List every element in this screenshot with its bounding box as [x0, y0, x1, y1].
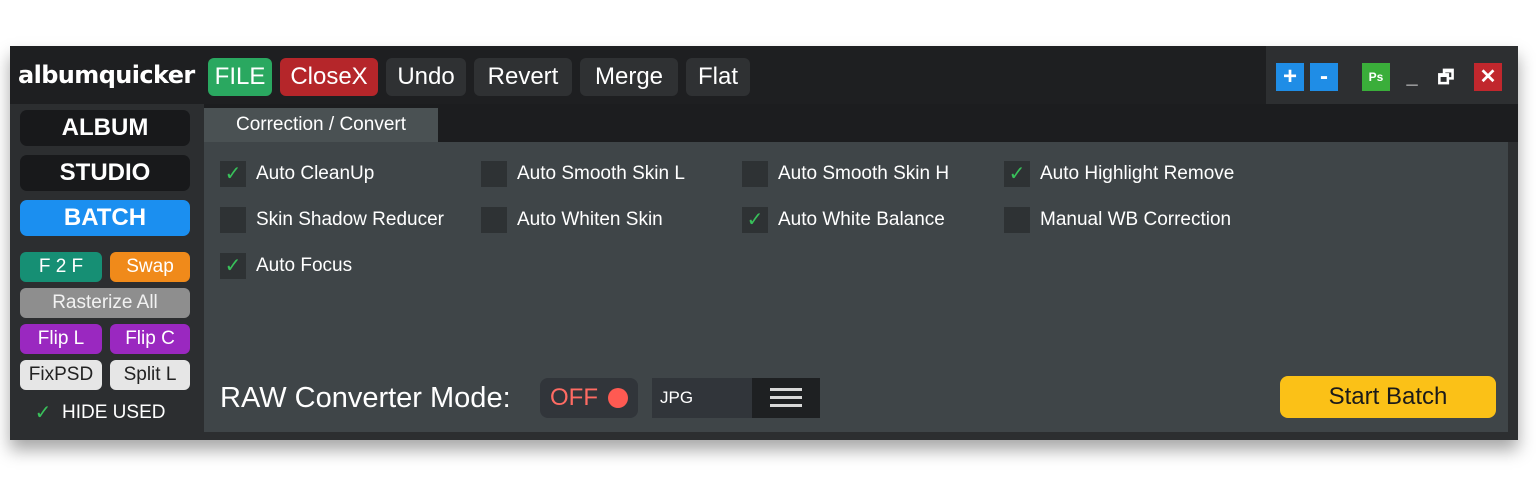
checkbox[interactable]: [481, 206, 507, 233]
option-label: Auto Focus: [256, 255, 353, 276]
window-controls: + - Ps _ 🗗 ✕: [1266, 46, 1518, 104]
option-label: Skin Shadow Reducer: [256, 209, 444, 230]
option-auto-smooth-skin-h[interactable]: Auto Smooth Skin H: [742, 158, 949, 190]
raw-converter-toggle[interactable]: OFF: [540, 378, 638, 418]
checkbox[interactable]: ✓: [1004, 160, 1030, 187]
app-window: albumquicker FILE CloseX Undo Revert Mer…: [10, 46, 1518, 440]
option-label: Manual WB Correction: [1040, 209, 1232, 230]
close-button[interactable]: ✕: [1474, 63, 1502, 91]
option-manual-wb-correction[interactable]: Manual WB Correction: [1004, 204, 1231, 236]
option-skin-shadow-reducer[interactable]: Skin Shadow Reducer: [220, 204, 444, 236]
option-label: Auto White Balance: [778, 209, 945, 230]
option-auto-smooth-skin-l[interactable]: Auto Smooth Skin L: [481, 158, 685, 190]
merge-button[interactable]: Merge: [580, 58, 678, 96]
closex-button[interactable]: CloseX: [280, 58, 378, 96]
file-button[interactable]: FILE: [208, 58, 272, 96]
option-label: Auto Highlight Remove: [1040, 163, 1235, 184]
flip-l-button[interactable]: Flip L: [20, 324, 102, 354]
rasterize-all-button[interactable]: Rasterize All: [20, 288, 190, 318]
hamburger-menu-icon[interactable]: [752, 378, 820, 418]
option-auto-whiten-skin[interactable]: Auto Whiten Skin: [481, 204, 663, 236]
tab-correction-convert[interactable]: Correction / Convert: [204, 108, 438, 142]
fixpsd-button[interactable]: FixPSD: [20, 360, 102, 390]
zoom-out-button[interactable]: -: [1310, 63, 1338, 91]
checkbox[interactable]: [220, 206, 246, 233]
option-auto-white-balance[interactable]: ✓ Auto White Balance: [742, 204, 945, 236]
minimize-button[interactable]: _: [1398, 63, 1426, 91]
option-label: Auto Smooth Skin L: [517, 163, 685, 184]
photoshop-icon[interactable]: Ps: [1362, 63, 1390, 91]
options-panel: ✓ Auto CleanUp Auto Smooth Skin L Auto Sm…: [204, 142, 1508, 432]
hide-used-checkbox[interactable]: ✓ HIDE USED: [30, 398, 165, 428]
undo-button[interactable]: Undo: [386, 58, 466, 96]
checkbox[interactable]: [742, 160, 768, 187]
flip-c-button[interactable]: Flip C: [110, 324, 190, 354]
option-auto-focus[interactable]: ✓ Auto Focus: [220, 250, 352, 282]
option-auto-cleanup[interactable]: ✓ Auto CleanUp: [220, 158, 374, 190]
checkbox[interactable]: ✓: [220, 252, 246, 279]
checkbox[interactable]: [1004, 206, 1030, 233]
option-auto-highlight-remove[interactable]: ✓ Auto Highlight Remove: [1004, 158, 1234, 190]
toggle-state-label: OFF: [550, 384, 598, 411]
toggle-dot-icon: [608, 388, 628, 408]
option-label: Auto CleanUp: [256, 163, 375, 184]
split-l-button[interactable]: Split L: [110, 360, 190, 390]
app-logo: albumquicker: [18, 61, 195, 89]
format-select[interactable]: JPG: [652, 378, 752, 418]
option-label: Auto Whiten Skin: [517, 209, 663, 230]
sidebar: ALBUM STUDIO BATCH F 2 F Swap Rasterize …: [10, 104, 204, 440]
mode-album-button[interactable]: ALBUM: [20, 110, 190, 146]
tab-strip: Correction / Convert: [204, 104, 1518, 142]
revert-button[interactable]: Revert: [474, 58, 572, 96]
checkbox[interactable]: ✓: [742, 206, 768, 233]
flat-button[interactable]: Flat: [686, 58, 750, 96]
mode-batch-button[interactable]: BATCH: [20, 200, 190, 236]
main-content: Correction / Convert ✓ Auto CleanUp Auto …: [204, 104, 1518, 440]
restore-button[interactable]: 🗗: [1432, 63, 1460, 91]
start-batch-button[interactable]: Start Batch: [1280, 376, 1496, 418]
checkbox[interactable]: ✓: [220, 160, 246, 187]
f2f-button[interactable]: F 2 F: [20, 252, 102, 282]
raw-converter-label: RAW Converter Mode:: [220, 382, 511, 414]
zoom-in-button[interactable]: +: [1276, 63, 1304, 91]
top-toolbar: albumquicker FILE CloseX Undo Revert Mer…: [10, 46, 1518, 104]
checkbox[interactable]: [481, 160, 507, 187]
mode-studio-button[interactable]: STUDIO: [20, 155, 190, 191]
swap-button[interactable]: Swap: [110, 252, 190, 282]
hide-used-label: HIDE USED: [62, 402, 166, 423]
checkmark-icon: ✓: [30, 399, 56, 426]
option-label: Auto Smooth Skin H: [778, 163, 950, 184]
